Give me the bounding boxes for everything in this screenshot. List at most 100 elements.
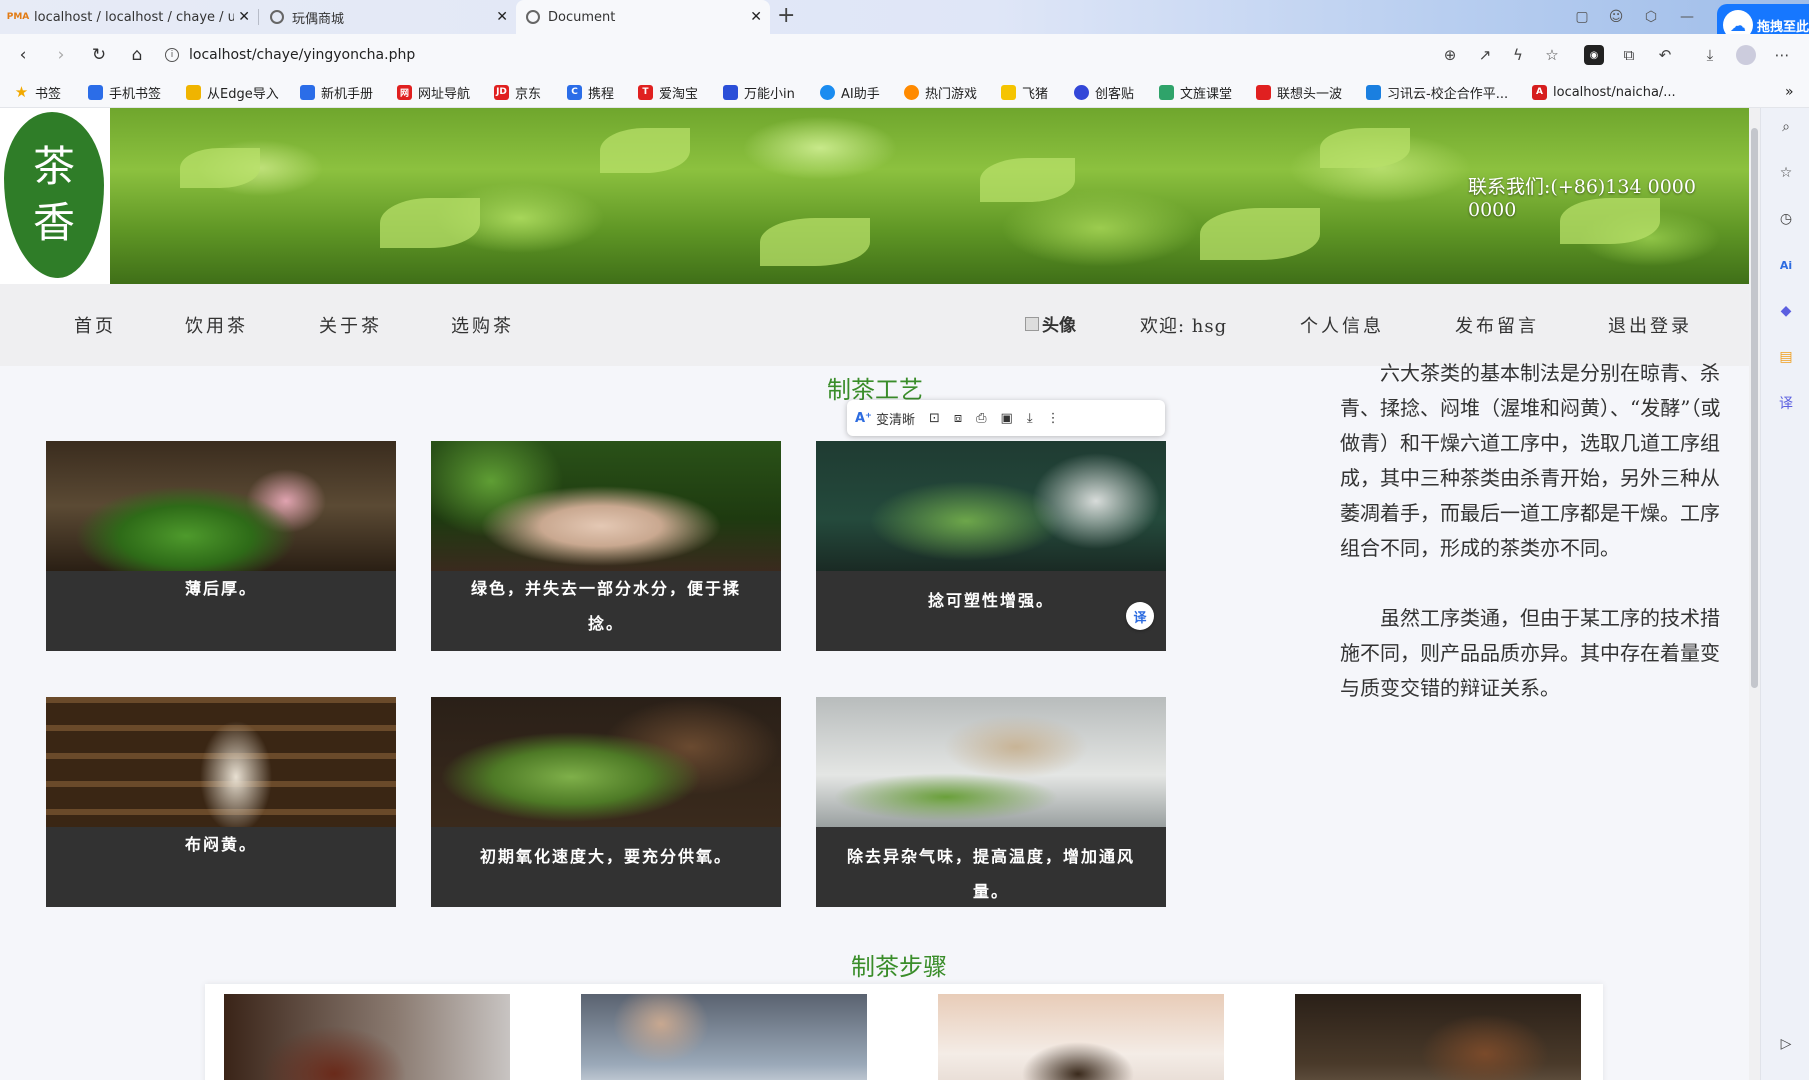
bookmark-item[interactable]: T 爱淘宝	[638, 83, 698, 102]
forward-icon[interactable]: ›	[50, 44, 72, 66]
bookmark-item[interactable]: C 携程	[567, 83, 614, 102]
nav-about-tea[interactable]: 关于茶	[319, 312, 382, 338]
craft-card[interactable]: 薄后厚。	[46, 441, 396, 651]
image-tools-popup: A⁺ 变清晰 ⊡ ⧈ ⎙ ▣ ⤓ ⋮	[847, 400, 1165, 436]
extension-icon[interactable]: ⬡	[1642, 8, 1660, 26]
craft-card[interactable]: 初期氧化速度大，要充分供氧。	[431, 697, 781, 907]
tab-phpmyadmin[interactable]: PMA localhost / localhost / chaye / u ✕	[0, 0, 258, 34]
translate-panel-icon[interactable]: 译	[1775, 392, 1797, 414]
favorites-icon[interactable]: ☆	[1775, 162, 1797, 184]
craft-card[interactable]: 布闷黄。	[46, 697, 396, 907]
ai-assistant-icon[interactable]: Ai	[1775, 254, 1797, 276]
info-icon[interactable]: i	[165, 48, 179, 62]
browser-tab-bar: PMA localhost / localhost / chaye / u ✕ …	[0, 0, 1809, 46]
bookmark-item[interactable]: 从Edge导入	[186, 83, 279, 102]
phone-bookmark-icon	[88, 84, 103, 100]
translate-badge[interactable]: 译	[1126, 602, 1154, 630]
close-icon[interactable]: ✕	[496, 9, 508, 25]
bookmarks-overflow-icon[interactable]: »	[1785, 83, 1794, 101]
nav-buy-tea[interactable]: 选购茶	[451, 312, 514, 338]
bookmark-item[interactable]: 万能小in	[723, 83, 795, 102]
nav-logout[interactable]: 退出登录	[1608, 312, 1692, 338]
history-icon[interactable]: ◷	[1775, 208, 1797, 230]
collapse-panel-icon[interactable]: ▷	[1775, 1033, 1797, 1055]
bookmark-item[interactable]: AI助手	[820, 83, 880, 102]
baidu-label: 拖拽至此	[1757, 19, 1809, 35]
bookmark-label: 书签	[35, 86, 62, 102]
game-bookmark-icon	[904, 84, 919, 100]
search-icon[interactable]: ⌕	[1775, 116, 1797, 138]
craft-card[interactable]: 除去异杂气味，提高温度，增加通风量。	[816, 697, 1166, 907]
close-icon[interactable]: ✕	[238, 9, 250, 25]
enhance-button[interactable]: A⁺ 变清晰	[855, 409, 915, 428]
nav-home[interactable]: 首页	[74, 312, 116, 338]
bookmark-label: 创客贴	[1095, 86, 1135, 102]
bookmark-item[interactable]: 联想头一波	[1256, 83, 1342, 102]
bookmark-item[interactable]: JD 京东	[494, 83, 541, 102]
bookmark-item[interactable]: ★ 书签	[14, 83, 62, 102]
step-image[interactable]	[224, 994, 510, 1080]
logo-char: 茶	[32, 142, 75, 191]
close-icon[interactable]: ✕	[750, 9, 762, 25]
new-tab-icon[interactable]: +	[777, 3, 795, 28]
nav-post-message[interactable]: 发布留言	[1455, 312, 1539, 338]
more-icon[interactable]: ⋯	[1772, 45, 1792, 65]
back-icon[interactable]: ‹	[12, 44, 34, 66]
tab-grid-icon[interactable]: ▢	[1573, 8, 1591, 26]
profile-icon[interactable]	[1736, 45, 1756, 65]
extensions-icon[interactable]: ⧉	[1619, 45, 1639, 65]
tab-toy-shop[interactable]: 玩偶商城 ✕	[260, 0, 516, 34]
bookmark-item[interactable]: Alocalhost/naicha/...	[1532, 83, 1676, 101]
ocr-icon[interactable]: ⊡	[929, 411, 940, 426]
tea-withering-image	[46, 441, 396, 571]
bookmark-label: 热门游戏	[925, 86, 978, 102]
tab-document[interactable]: Document ✕	[516, 0, 770, 34]
undo-icon[interactable]: ↶	[1655, 45, 1675, 65]
nav-drinking-tea[interactable]: 饮用茶	[185, 312, 248, 338]
bookmark-item[interactable]: 飞猪	[1001, 83, 1048, 102]
print-icon[interactable]: ⎙	[976, 411, 986, 426]
url-field[interactable]: i localhost/chaye/yingyoncha.php	[165, 40, 1435, 70]
chuangketie-icon	[1074, 84, 1089, 100]
bookmark-item[interactable]: 热门游戏	[904, 83, 978, 102]
bookmark-item[interactable]: 文旌课堂	[1159, 83, 1232, 102]
bookmark-item[interactable]: 习讯云-校企合作平...	[1366, 83, 1509, 102]
craft-card[interactable]: 捻可塑性增强。	[816, 441, 1166, 651]
step-image[interactable]	[1295, 994, 1581, 1080]
zoom-icon[interactable]: ⊕	[1440, 45, 1460, 65]
image-translate-icon[interactable]: ⧈	[954, 411, 962, 426]
step-image[interactable]	[581, 994, 867, 1080]
tea-yellowing-image	[46, 697, 396, 827]
avatar[interactable]: 头像	[1025, 311, 1076, 336]
step-image[interactable]	[938, 994, 1224, 1080]
bookmark-item[interactable]: 创客贴	[1074, 83, 1135, 102]
scroll-thumb[interactable]	[1751, 128, 1758, 688]
star-icon[interactable]: ☆	[1542, 45, 1562, 65]
nav-profile[interactable]: 个人信息	[1300, 312, 1384, 338]
bolt-icon[interactable]: ϟ	[1508, 45, 1528, 65]
more-vertical-icon[interactable]: ⋮	[1047, 411, 1060, 426]
toolbox-icon[interactable]: ▤	[1775, 346, 1797, 368]
gamepad-icon[interactable]: ◆	[1775, 300, 1797, 322]
tab-title: 玩偶商城	[292, 11, 345, 27]
home-icon[interactable]: ⌂	[126, 44, 148, 66]
bookmark-item[interactable]: 网网址导航	[397, 83, 470, 102]
bookmark-label: 习讯云-校企合作平...	[1387, 86, 1509, 102]
minimize-icon[interactable]: —	[1678, 8, 1696, 26]
download-icon[interactable]: ⤓	[1027, 411, 1033, 426]
bookmark-item[interactable]: 新机手册	[300, 83, 373, 102]
image-edit-icon[interactable]: ▣	[1001, 411, 1013, 426]
extension-mask-icon[interactable]: ◉	[1584, 45, 1604, 65]
craft-description: 六大茶类的基本制法是分别在晾青、杀青、揉捻、闷堆（渥堆和闷黄）、“发酵”（或做青…	[1340, 356, 1738, 706]
craft-card[interactable]: 绿色，并失去一部分水分，便于揉捻。	[431, 441, 781, 651]
page-scrollbar[interactable]	[1749, 108, 1760, 1080]
download-icon[interactable]: ⤓	[1700, 45, 1720, 65]
reload-icon[interactable]: ↻	[88, 44, 110, 66]
bookmark-item[interactable]: 手机书签	[88, 83, 161, 102]
site-logo[interactable]: 茶 香	[0, 108, 110, 284]
share-icon[interactable]: ↗	[1475, 45, 1495, 65]
ai-sparkle-icon: A⁺	[855, 410, 872, 426]
game-icon[interactable]: ☺	[1607, 8, 1625, 26]
manual-icon	[300, 84, 315, 100]
tab-title: localhost / localhost / chaye / u	[34, 9, 234, 25]
